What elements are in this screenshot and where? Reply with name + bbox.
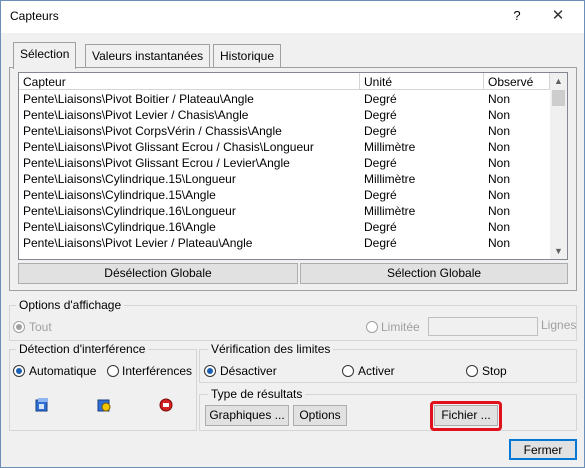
graphiques-button[interactable]: Graphiques ... [205, 405, 289, 426]
scroll-up-icon[interactable]: ▲ [550, 73, 567, 89]
table-row[interactable]: Pente\Liaisons\Pivot CorpsVérin / Chassi… [19, 123, 550, 139]
cell-unite: Degré [364, 156, 397, 170]
cell-capteur: Pente\Liaisons\Cylindrique.15\Longueur [23, 172, 236, 186]
cell-capteur: Pente\Liaisons\Pivot CorpsVérin / Chassi… [23, 124, 282, 138]
display-options-title: Options d'affichage [16, 298, 125, 312]
cell-unite: Degré [364, 108, 397, 122]
table-row[interactable]: Pente\Liaisons\Pivot Levier / Chasis\Ang… [19, 107, 550, 123]
cell-unite: Degré [364, 124, 397, 138]
table-row[interactable]: Pente\Liaisons\Cylindrique.15\Longueur Mi… [19, 171, 550, 187]
column-header-capteur[interactable]: Capteur [19, 73, 360, 90]
cell-capteur: Pente\Liaisons\Cylindrique.16\Longueur [23, 204, 236, 218]
radio-tout[interactable] [13, 321, 25, 333]
cell-observe: Non [488, 124, 511, 138]
cell-observe: Non [488, 204, 511, 218]
cell-capteur: Pente\Liaisons\Pivot Boitier / Plateau\A… [23, 92, 254, 106]
table-row[interactable]: Pente\Liaisons\Cylindrique.16\Angle Degré… [19, 219, 550, 235]
radio-automatique[interactable] [13, 365, 25, 377]
sensor-list[interactable]: Capteur Unité Observé Pente\Liaisons\Piv… [18, 72, 568, 260]
select-all-button[interactable]: Sélection Globale [300, 263, 568, 284]
tab-label: Historique [220, 49, 275, 63]
table-row[interactable]: Pente\Liaisons\Cylindrique.16\Longueur Mi… [19, 203, 550, 219]
cell-observe: Non [488, 220, 511, 234]
help-button[interactable]: ? [506, 5, 528, 27]
cell-unite: Degré [364, 236, 397, 250]
highlight-box [430, 401, 502, 431]
cell-observe: Non [488, 92, 511, 106]
radio-activer-label: Activer [358, 364, 395, 378]
cell-observe: Non [488, 188, 511, 202]
radio-interferences-label: Interférences [122, 364, 193, 378]
interference-cube-icon[interactable] [33, 396, 51, 414]
radio-interferences[interactable] [107, 365, 119, 377]
cell-unite: Millimètre [364, 140, 416, 154]
radio-tout-label: Tout [29, 320, 52, 334]
results-type-title: Type de résultats [208, 387, 306, 401]
radio-automatique-label: Automatique [29, 364, 97, 378]
radio-desactiver-label: Désactiver [220, 364, 277, 378]
interference-stop-icon[interactable] [157, 396, 175, 414]
scroll-thumb[interactable] [552, 90, 565, 106]
tab-label: Sélection [20, 47, 70, 61]
limits-title: Vérification des limites [208, 342, 334, 356]
radio-limitee[interactable] [366, 321, 378, 333]
tab-valeurs-instantanees[interactable]: Valeurs instantanées [85, 44, 211, 68]
cell-observe: Non [488, 172, 511, 186]
radio-activer[interactable] [342, 365, 354, 377]
options-button[interactable]: Options [293, 405, 347, 426]
cell-unite: Degré [364, 188, 397, 202]
column-header-unite[interactable]: Unité [360, 73, 484, 90]
cell-unite: Millimètre [364, 172, 416, 186]
vertical-scrollbar[interactable]: ▲ ▼ [550, 73, 567, 259]
interference-title: Détection d'interférence [16, 342, 149, 356]
cell-unite: Degré [364, 220, 397, 234]
tab-historique[interactable]: Historique [213, 44, 282, 68]
window-title: Capteurs [10, 9, 59, 23]
table-row[interactable]: Pente\Liaisons\Pivot Levier / Plateau\An… [19, 235, 550, 251]
interference-warning-icon[interactable] [95, 396, 113, 414]
cell-observe: Non [488, 236, 511, 250]
cell-capteur: Pente\Liaisons\Pivot Levier / Plateau\An… [23, 236, 253, 250]
table-row[interactable]: Pente\Liaisons\Pivot Boitier / Plateau\A… [19, 91, 550, 107]
radio-desactiver[interactable] [204, 365, 216, 377]
table-row[interactable]: Pente\Liaisons\Pivot Glissant Ecrou / Le… [19, 155, 550, 171]
deselect-all-button[interactable]: Désélection Globale [18, 263, 298, 284]
lines-count-input[interactable] [428, 317, 538, 336]
cell-capteur: Pente\Liaisons\Pivot Levier / Chasis\Ang… [23, 108, 249, 122]
cell-capteur: Pente\Liaisons\Cylindrique.15\Angle [23, 188, 216, 202]
cell-capteur: Pente\Liaisons\Pivot Glissant Ecrou / Le… [23, 156, 290, 170]
cell-observe: Non [488, 156, 511, 170]
capteurs-dialog: Capteurs ? ✕ Sélection Valeurs instantan… [0, 0, 585, 468]
interference-group [9, 349, 197, 431]
radio-stop-label: Stop [482, 364, 507, 378]
cell-capteur: Pente\Liaisons\Cylindrique.16\Angle [23, 220, 216, 234]
title-bar: Capteurs ? ✕ [1, 1, 584, 33]
tab-label: Valeurs instantanées [92, 49, 204, 63]
cell-observe: Non [488, 140, 511, 154]
cell-unite: Millimètre [364, 204, 416, 218]
lines-label: Lignes [541, 318, 577, 332]
radio-limitee-label: Limitée [381, 320, 420, 334]
cell-capteur: Pente\Liaisons\Pivot Glissant Ecrou / Ch… [23, 140, 314, 154]
tab-selection[interactable]: Sélection [13, 42, 77, 69]
table-row[interactable]: Pente\Liaisons\Cylindrique.15\Angle Degré… [19, 187, 550, 203]
cell-observe: Non [488, 108, 511, 122]
list-header: Capteur Unité Observé [19, 73, 550, 90]
close-button[interactable]: ✕ [547, 5, 569, 27]
radio-stop[interactable] [466, 365, 478, 377]
column-header-observe[interactable]: Observé [484, 73, 550, 90]
scroll-down-icon[interactable]: ▼ [550, 243, 567, 259]
cell-unite: Degré [364, 92, 397, 106]
table-row[interactable]: Pente\Liaisons\Pivot Glissant Ecrou / Ch… [19, 139, 550, 155]
fermer-button[interactable]: Fermer [509, 439, 577, 460]
